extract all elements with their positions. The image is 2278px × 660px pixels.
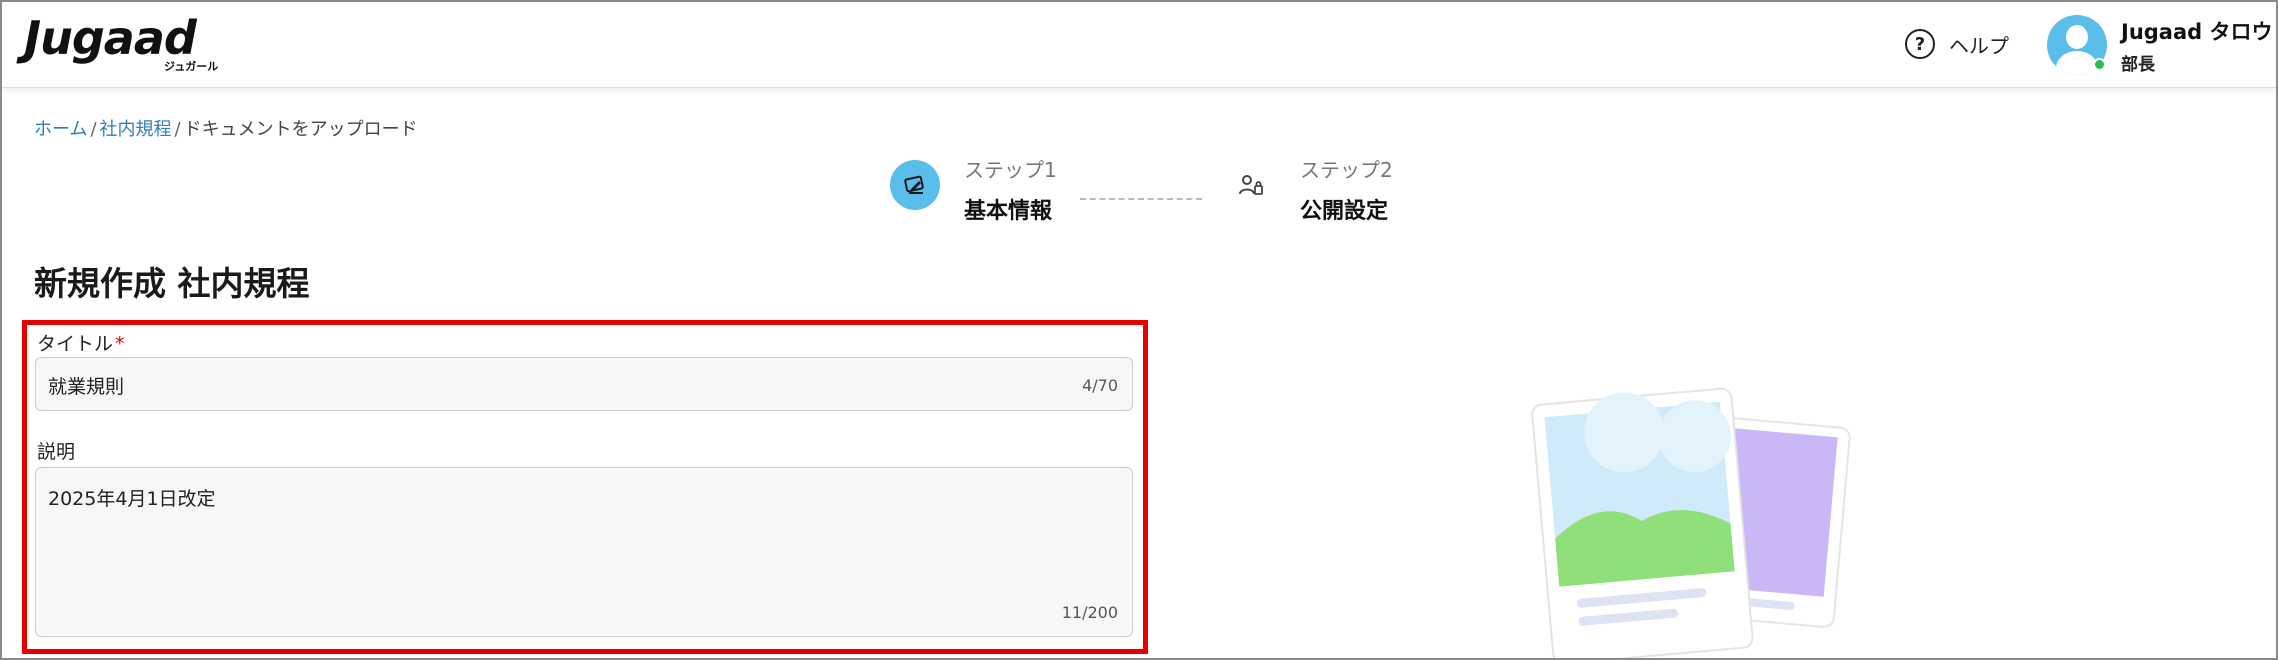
title-input-value: 就業規則 bbox=[48, 376, 125, 398]
form-highlight-box: タイトル * 就業規則 4/70 説明 2025年4月1日改定 11/200 bbox=[22, 320, 1148, 654]
breadcrumb-current: ドキュメントをアップロード bbox=[183, 119, 418, 140]
description-char-counter: 11/200 bbox=[1061, 603, 1118, 622]
title-field-label: タイトル * bbox=[37, 333, 125, 355]
help-button[interactable]: ? ヘルプ bbox=[1905, 24, 2009, 64]
step-1[interactable]: ステップ1 基本情報 bbox=[964, 154, 1057, 225]
logo-subtext: ジュガール bbox=[164, 60, 219, 73]
user-menu[interactable]: Jugaad タロウ 部長 bbox=[2047, 12, 2272, 78]
title-input[interactable]: 就業規則 4/70 bbox=[35, 357, 1133, 411]
question-circle-icon: ? bbox=[1905, 29, 1935, 59]
page-title: 新規作成 社内規程 bbox=[34, 264, 310, 303]
breadcrumb-policies-link[interactable]: 社内規程 bbox=[100, 119, 172, 140]
step-1-name: 基本情報 bbox=[964, 199, 1053, 224]
user-settings-icon bbox=[1236, 170, 1266, 200]
description-textarea[interactable]: 2025年4月1日改定 11/200 bbox=[35, 467, 1133, 637]
app-logo[interactable]: Jugaad ジュガール bbox=[24, 12, 224, 74]
step-2-name: 公開設定 bbox=[1300, 199, 1389, 224]
online-status-dot bbox=[2093, 58, 2106, 71]
user-name: Jugaad タロウ bbox=[2121, 19, 2273, 44]
required-mark: * bbox=[115, 333, 125, 355]
user-role: 部長 bbox=[2121, 54, 2155, 75]
top-header: Jugaad ジュガール ? ヘルプ Jugaad タロウ 部長 bbox=[2, 2, 2276, 88]
breadcrumb: ホーム / 社内規程 / ドキュメントをアップロード bbox=[34, 119, 418, 140]
step-2[interactable]: ステップ2 公開設定 bbox=[1300, 154, 1393, 225]
breadcrumb-home-link[interactable]: ホーム bbox=[34, 119, 87, 140]
title-char-counter: 4/70 bbox=[1082, 376, 1118, 395]
upload-illustration bbox=[1522, 382, 1862, 658]
step-connector bbox=[1080, 198, 1202, 200]
help-label: ヘルプ bbox=[1949, 33, 2009, 58]
edit-document-icon bbox=[890, 160, 940, 210]
step-2-label: ステップ2 bbox=[1300, 158, 1393, 182]
description-field-label: 説明 bbox=[37, 441, 76, 463]
stepper: ステップ1 基本情報 ステップ2 公開設定 bbox=[890, 154, 1410, 234]
logo-text: Jugaad bbox=[24, 11, 197, 65]
description-textarea-value: 2025年4月1日改定 bbox=[48, 488, 216, 510]
app-window: Jugaad ジュガール ? ヘルプ Jugaad タロウ 部長 ホーム / 社内規… bbox=[0, 0, 2278, 660]
step-1-label: ステップ1 bbox=[964, 158, 1057, 182]
